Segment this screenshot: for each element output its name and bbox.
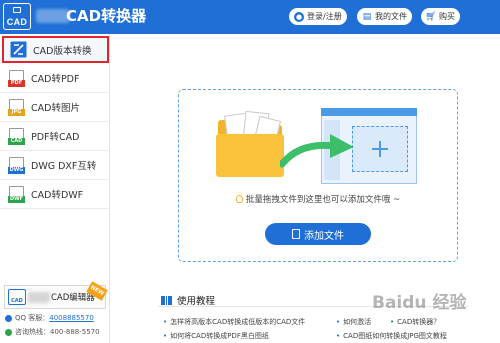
arrow-icon bbox=[280, 134, 354, 168]
buy-button[interactable]: 🛒︎ 购买 bbox=[421, 8, 460, 25]
watermark: Baidu 经验 bbox=[372, 293, 467, 313]
qq-icon bbox=[5, 314, 12, 322]
qq-number-link[interactable]: 4008885570 bbox=[49, 314, 94, 322]
tutorial-link[interactable]: 如何激活 bbox=[336, 317, 388, 327]
sidebar-item-dwg-dxf[interactable]: DWG DWG DXF互转 bbox=[0, 151, 110, 180]
file-add-icon bbox=[292, 229, 300, 239]
books-icon bbox=[161, 295, 172, 305]
login-label: 登录/注册 bbox=[307, 12, 342, 21]
sidebar-item-cad-to-pdf[interactable]: PDF CAD转PDF bbox=[0, 64, 110, 93]
cad-editor-promo[interactable]: CAD CAD编辑器 NEW bbox=[4, 281, 108, 309]
logo-text: CAD bbox=[6, 17, 28, 27]
cart-icon: 🛒︎ bbox=[425, 11, 437, 22]
phone-label: 咨询热线：400-888-5570 bbox=[15, 328, 100, 336]
my-files-label: 我的文件 bbox=[375, 12, 407, 21]
app-logo: CAD bbox=[3, 3, 31, 30]
tutorial-link[interactable]: CAD图纸如何转换成JPG图文教程 bbox=[336, 331, 476, 341]
sidebar-item-cad-version[interactable]: CAD版本转换 bbox=[2, 36, 109, 63]
add-file-button[interactable]: 添加文件 bbox=[265, 223, 371, 245]
sidebar-item-cad-to-dwf[interactable]: DWF CAD转DWF bbox=[0, 180, 110, 209]
title-bar: CAD CAD转换器 ● 登录/注册 ▤ 我的文件 🛒︎ 购买 bbox=[0, 0, 500, 34]
app-title: CAD转换器 bbox=[66, 7, 147, 25]
my-files-button[interactable]: ▤ 我的文件 bbox=[357, 8, 412, 25]
sidebar-item-label: CAD转DWF bbox=[31, 190, 84, 201]
add-file-label: 添加文件 bbox=[304, 230, 344, 242]
qq-support: QQ 客服： 4008885570 bbox=[5, 313, 94, 323]
plus-icon-vertical bbox=[379, 141, 381, 157]
sidebar-item-label: DWG DXF互转 bbox=[31, 161, 97, 172]
cad-editor-icon: CAD bbox=[8, 289, 26, 305]
pdf-icon: PDF bbox=[8, 69, 25, 87]
sidebar-item-label: CAD转图片 bbox=[31, 103, 80, 114]
phone-icon bbox=[5, 328, 12, 336]
user-icon: ● bbox=[294, 11, 304, 22]
tutorial-link-tail[interactable]: CAD转换器？ bbox=[390, 317, 440, 327]
sidebar-item-label: CAD版本转换 bbox=[33, 45, 92, 57]
dwf-icon: DWF bbox=[8, 185, 25, 203]
pdf-to-cad-icon: CAD bbox=[8, 127, 25, 145]
login-button[interactable]: ● 登录/注册 bbox=[289, 8, 347, 25]
tutorial-header: 使用教程 bbox=[161, 293, 215, 307]
phone-hotline: 咨询热线：400-888-5570 bbox=[5, 327, 100, 337]
sidebar-item-label: CAD转PDF bbox=[31, 74, 80, 85]
app-window-titlebar bbox=[321, 108, 417, 116]
tutorial-link[interactable]: 如何将CAD转换成PDF黑白图纸 bbox=[163, 331, 335, 341]
image-icon: JPG bbox=[8, 98, 25, 116]
blurred-brand bbox=[36, 9, 70, 23]
logo-window-icon bbox=[13, 7, 21, 13]
tutorial-link[interactable]: 怎样将高版本CAD转换成低版本的CAD文件 bbox=[163, 317, 335, 327]
drag-hint: 批量拖拽文件到这里也可以添加文件哦 ~ bbox=[178, 193, 458, 205]
dwg-dxf-icon: DWG bbox=[8, 156, 25, 174]
sidebar-item-cad-to-image[interactable]: JPG CAD转图片 bbox=[0, 93, 110, 122]
bulb-icon bbox=[235, 195, 243, 203]
sidebar: CAD版本转换 PDF CAD转PDF JPG CAD转图片 CAD PDF转C… bbox=[0, 34, 110, 343]
sidebar-item-pdf-to-cad[interactable]: CAD PDF转CAD bbox=[0, 122, 110, 151]
drag-hint-text: 批量拖拽文件到这里也可以添加文件哦 ~ bbox=[245, 195, 401, 205]
qq-label: QQ 客服： bbox=[15, 314, 50, 322]
tutorial-title: 使用教程 bbox=[177, 296, 216, 307]
file-icon: ▤ bbox=[362, 11, 372, 22]
folder-front bbox=[216, 134, 284, 177]
blurred-brand bbox=[28, 291, 50, 303]
cad-version-icon bbox=[10, 41, 27, 58]
buy-label: 购买 bbox=[439, 12, 455, 21]
sidebar-item-label: PDF转CAD bbox=[31, 132, 80, 143]
